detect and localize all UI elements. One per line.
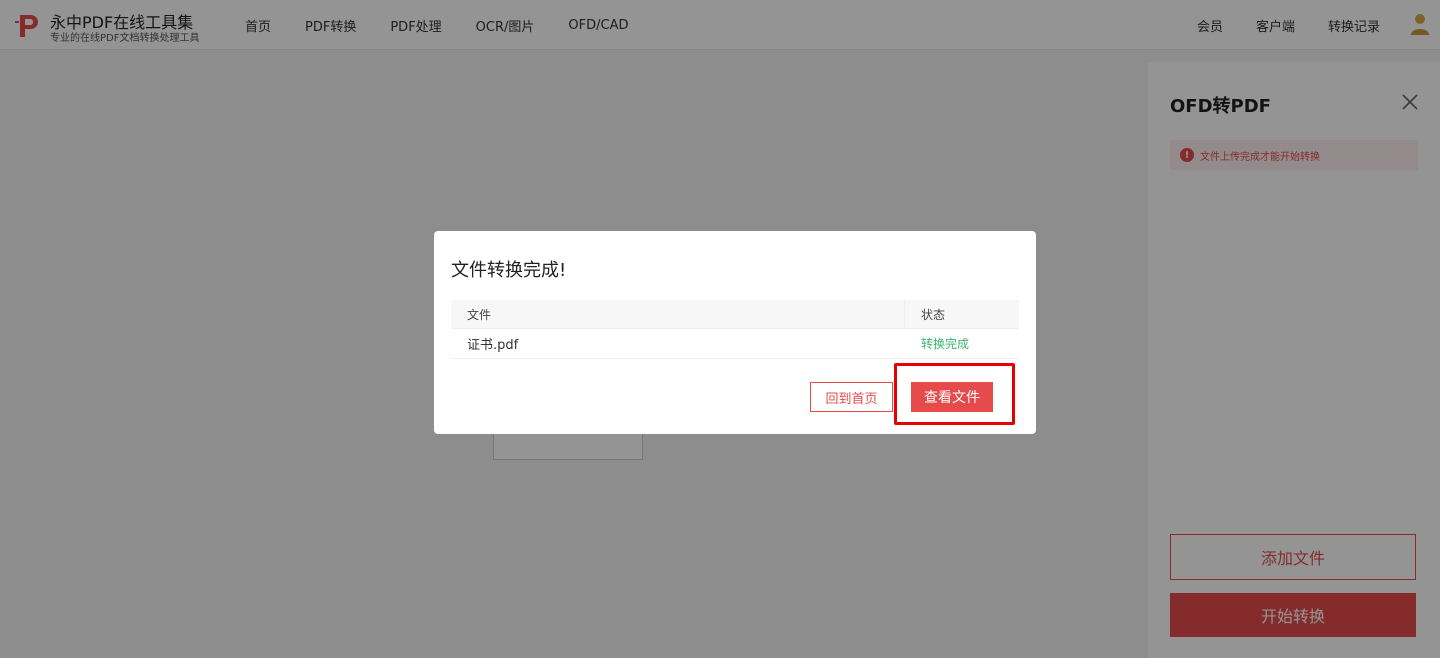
view-file-button[interactable]: 查看文件 (911, 382, 993, 412)
back-home-button[interactable]: 回到首页 (810, 382, 893, 412)
conversion-complete-dialog: 文件转换完成! 文件 状态 证书.pdf 转换完成 回到首页 查看文件 (434, 231, 1036, 434)
table-header: 文件 状态 (451, 300, 1019, 329)
column-status: 状态 (921, 307, 946, 322)
column-file: 文件 (451, 300, 905, 328)
status-badge: 转换完成 (921, 337, 970, 351)
dialog-title: 文件转换完成! (451, 260, 567, 281)
result-table: 文件 状态 证书.pdf 转换完成 (451, 300, 1019, 359)
file-name: 证书.pdf (467, 338, 519, 353)
table-row: 证书.pdf 转换完成 (451, 329, 1019, 359)
